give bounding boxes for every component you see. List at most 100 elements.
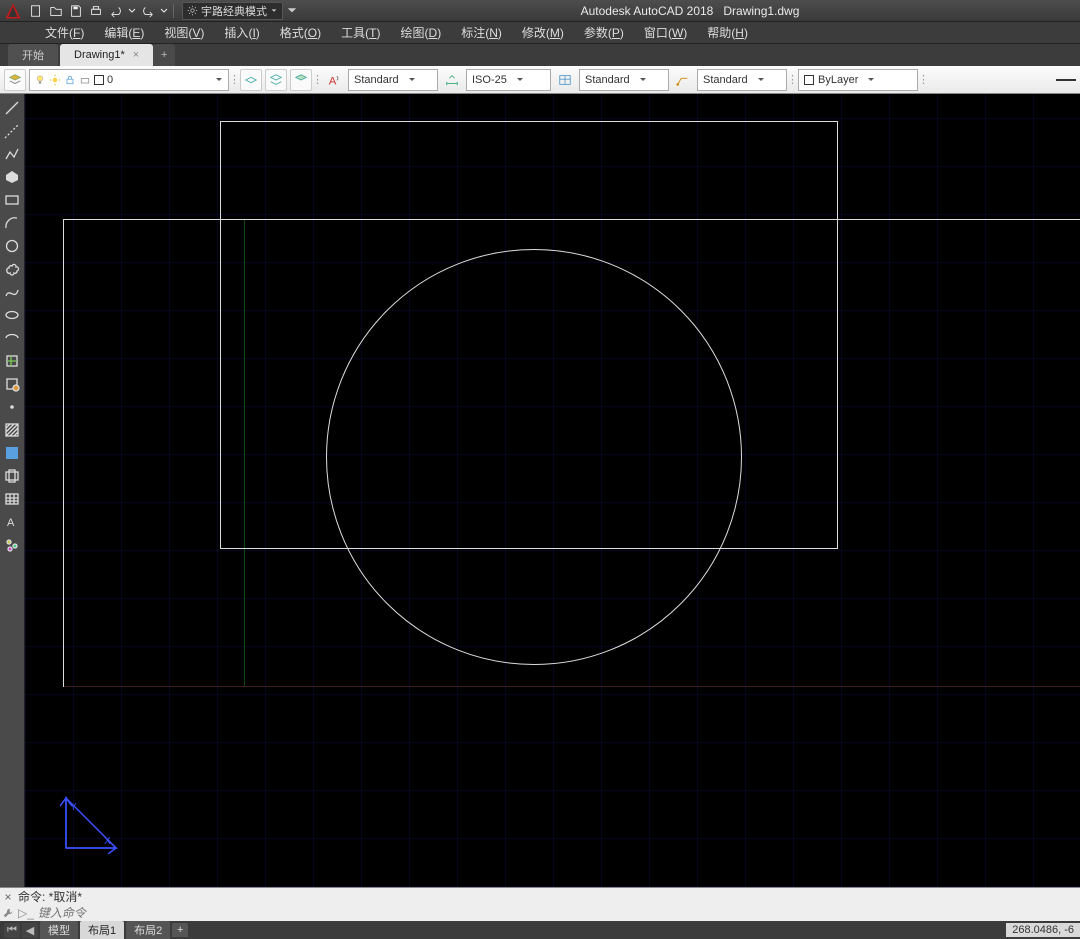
tool-hatch[interactable] (2, 419, 23, 440)
tool-line[interactable] (2, 97, 23, 118)
tool-insert-block[interactable] (2, 350, 23, 371)
tab-new-button[interactable]: + (153, 44, 175, 66)
layout-nav-first[interactable]: ⏮ (4, 923, 20, 938)
workspace-label: 宇路经典模式 (201, 3, 267, 19)
qat-undo-icon[interactable] (107, 2, 125, 20)
tool-polyline[interactable] (2, 143, 23, 164)
svg-text:X: X (104, 836, 111, 847)
menu-format[interactable]: 格式(O) (270, 24, 331, 41)
menu-view[interactable]: 视图(V) (154, 24, 214, 41)
menu-help[interactable]: 帮助(H) (697, 24, 758, 41)
status-coordinates: 268.0486, -6 (1006, 923, 1080, 937)
tool-table[interactable] (2, 488, 23, 509)
qat-redo-icon[interactable] (139, 2, 157, 20)
qat-new-icon[interactable] (27, 2, 45, 20)
gear-icon (187, 5, 198, 16)
dim-style-icon (441, 69, 463, 91)
document-tabs: 开始 Drawing1* × + (0, 44, 1080, 66)
layout-nav-prev[interactable]: ◀ (22, 923, 38, 938)
menu-param[interactable]: 参数(P) (574, 24, 634, 41)
tool-rectangle[interactable] (2, 189, 23, 210)
svg-text:A: A (7, 517, 15, 529)
tab-layout2[interactable]: 布局2 (126, 921, 170, 939)
table-style-dropdown[interactable]: Standard (579, 69, 669, 91)
chevron-down-icon (407, 75, 417, 85)
text-style-icon: A (323, 69, 345, 91)
layer-match-button[interactable] (290, 69, 312, 91)
lock-icon (64, 74, 76, 86)
ribbon-separator: ⋮ (315, 70, 320, 90)
qat-redo-caret-icon[interactable] (159, 2, 169, 20)
tool-circle[interactable] (2, 235, 23, 256)
tab-layout1[interactable]: 布局1 (80, 921, 124, 939)
tool-revision-cloud[interactable] (2, 258, 23, 279)
cmd-prompt-icon: ▷_ (18, 906, 34, 920)
tab-close-icon[interactable]: × (133, 49, 139, 61)
layer-name: 0 (107, 74, 113, 86)
menubar: 文件(F) 编辑(E) 视图(V) 插入(I) 格式(O) 工具(T) 绘图(D… (0, 22, 1080, 44)
tool-ellipse[interactable] (2, 304, 23, 325)
chevron-down-icon (638, 75, 648, 85)
qat-plot-icon[interactable] (87, 2, 105, 20)
tool-gradient[interactable] (2, 442, 23, 463)
layer-color-swatch (94, 75, 104, 85)
workspace-selector[interactable]: 宇路经典模式 (182, 2, 283, 20)
menu-window[interactable]: 窗口(W) (634, 24, 697, 41)
command-panel: × 命令: *取消* ▷_ (0, 887, 1080, 921)
color-dropdown[interactable]: ByLayer (798, 69, 918, 91)
wrench-icon[interactable] (2, 907, 14, 919)
qat-open-icon[interactable] (47, 2, 65, 20)
drawing-canvas[interactable]: X Y (25, 94, 1080, 887)
tool-ellipse-arc[interactable] (2, 327, 23, 348)
menu-modify[interactable]: 修改(M) (512, 24, 574, 41)
command-input[interactable] (38, 906, 1080, 920)
menu-tools[interactable]: 工具(T) (331, 24, 390, 41)
menu-dim[interactable]: 标注(N) (451, 24, 512, 41)
tool-addselected[interactable] (2, 534, 23, 555)
tab-model[interactable]: 模型 (40, 921, 78, 939)
qat-save-icon[interactable] (67, 2, 85, 20)
chevron-down-icon (214, 74, 224, 86)
layer-dropdown[interactable]: 0 (29, 69, 229, 91)
qat-overflow-caret-icon[interactable] (285, 2, 299, 20)
menu-draw[interactable]: 绘图(D) (391, 24, 452, 41)
svg-text:A: A (329, 75, 337, 87)
tool-make-block[interactable] (2, 373, 23, 394)
tool-mtext[interactable]: A (2, 511, 23, 532)
text-style-dropdown[interactable]: Standard (348, 69, 438, 91)
multileader-style-icon (672, 69, 694, 91)
menu-edit[interactable]: 编辑(E) (94, 24, 154, 41)
tab-drawing1[interactable]: Drawing1* × (60, 44, 153, 66)
tab-drawing1-label: Drawing1* (74, 49, 125, 61)
cmd-close-icon[interactable]: × (2, 890, 14, 904)
dim-style-dropdown[interactable]: ISO-25 (466, 69, 551, 91)
svg-text:Y: Y (70, 802, 77, 813)
sun-icon (49, 74, 61, 86)
qat-undo-caret-icon[interactable] (127, 2, 137, 20)
ribbon-separator: ⋮ (232, 70, 237, 90)
drawn-circle[interactable] (326, 249, 742, 665)
properties-ribbon: 0 ⋮ ⋮ A Standard ISO-25 Standard Standar… (0, 66, 1080, 94)
table-style-icon (554, 69, 576, 91)
ribbon-separator: ⋮ (790, 70, 795, 90)
autocad-logo[interactable] (0, 0, 26, 22)
tool-spline[interactable] (2, 281, 23, 302)
tab-add-layout[interactable]: + (172, 923, 188, 937)
chevron-down-icon (270, 7, 278, 15)
tool-arc[interactable] (2, 212, 23, 233)
menu-file[interactable]: 文件(F) (35, 24, 94, 41)
multileader-style-dropdown[interactable]: Standard (697, 69, 787, 91)
tool-point[interactable] (2, 396, 23, 417)
color-swatch (804, 75, 814, 85)
tool-construction-line[interactable] (2, 120, 23, 141)
plot-icon (79, 74, 91, 86)
tool-polygon[interactable] (2, 166, 23, 187)
menu-insert[interactable]: 插入(I) (214, 24, 269, 41)
layer-iso-button[interactable] (240, 69, 262, 91)
command-history: 命令: *取消* (18, 888, 1080, 905)
tab-start[interactable]: 开始 (8, 44, 58, 66)
tool-region[interactable] (2, 465, 23, 486)
layer-properties-button[interactable] (4, 69, 26, 91)
draw-toolbar: A (0, 94, 25, 887)
layer-prev-button[interactable] (265, 69, 287, 91)
